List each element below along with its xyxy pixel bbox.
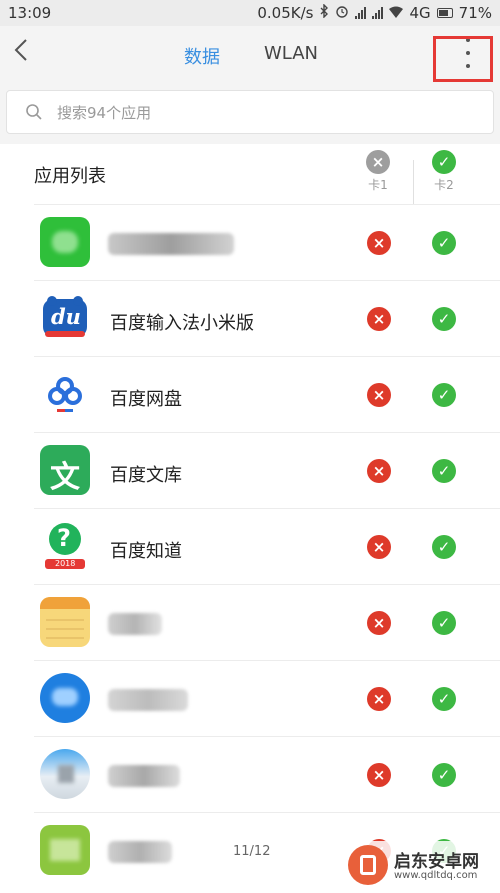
x-circle-icon[interactable]: × — [367, 459, 391, 483]
app-icon — [40, 749, 90, 799]
check-circle-green-icon[interactable]: ✓ — [432, 150, 456, 174]
watermark: 启东安卓网 www.qdltdq.com — [344, 841, 494, 889]
x-circle-icon[interactable]: × — [367, 383, 391, 407]
x-circle-icon[interactable]: × — [367, 307, 391, 331]
blurred-app-name — [108, 841, 172, 863]
check-circle-icon[interactable]: ✓ — [432, 383, 456, 407]
x-circle-grey-icon[interactable]: × — [366, 150, 390, 174]
blurred-app-name — [108, 613, 162, 635]
app-name: 百度输入法小米版 — [110, 313, 254, 334]
search-area — [0, 82, 500, 144]
watermark-title: 启东安卓网 — [394, 852, 479, 872]
check-circle-icon[interactable]: ✓ — [432, 459, 456, 483]
x-circle-icon[interactable]: × — [367, 687, 391, 711]
list-item[interactable]: × ✓ — [34, 660, 500, 737]
app-icon — [40, 597, 90, 647]
app-name: 百度知道 — [110, 541, 182, 562]
search-box[interactable] — [6, 90, 494, 134]
app-name: 百度网盘 — [110, 389, 182, 410]
list-title: 应用列表 — [34, 166, 106, 187]
blurred-app-name — [108, 689, 188, 711]
app-icon: du — [40, 293, 90, 343]
search-icon — [25, 103, 43, 125]
watermark-logo-icon — [348, 845, 388, 885]
app-icon — [40, 825, 90, 875]
list-item[interactable]: × ✓ — [34, 204, 500, 281]
x-circle-icon[interactable]: × — [367, 231, 391, 255]
app-icon: ? 2018 — [40, 521, 90, 571]
blurred-app-name — [108, 233, 234, 255]
watermark-url: www.qdltdq.com — [394, 870, 478, 881]
app-icon — [40, 217, 90, 267]
wenku-glyph: 文 — [50, 460, 80, 495]
blurred-app-name — [108, 765, 180, 787]
list-item[interactable]: × ✓ — [34, 584, 500, 661]
check-circle-icon[interactable]: ✓ — [432, 231, 456, 255]
check-circle-icon[interactable]: ✓ — [432, 763, 456, 787]
column-sim2-label: 卡2 — [434, 178, 454, 192]
list-item[interactable]: du 百度输入法小米版 × ✓ — [34, 280, 500, 357]
zhidao-year: 2018 — [55, 559, 76, 568]
check-circle-icon[interactable]: ✓ — [432, 687, 456, 711]
list-item[interactable]: 文 百度文库 × ✓ — [34, 432, 500, 509]
app-name: 百度文库 — [110, 465, 182, 486]
check-circle-icon[interactable]: ✓ — [432, 307, 456, 331]
app-icon — [40, 369, 90, 419]
column-sim2-header[interactable]: ✓ 卡2 — [424, 150, 464, 193]
check-circle-icon[interactable]: ✓ — [432, 535, 456, 559]
app-icon: 文 — [40, 445, 90, 495]
x-circle-icon[interactable]: × — [367, 763, 391, 787]
app-icon — [40, 673, 90, 723]
x-circle-icon[interactable]: × — [367, 535, 391, 559]
list-item[interactable]: ? 2018 百度知道 × ✓ — [34, 508, 500, 585]
zhidao-glyph: ? — [57, 524, 71, 552]
column-sim1-header[interactable]: × 卡1 — [358, 150, 398, 193]
column-divider — [413, 160, 414, 204]
search-input[interactable] — [55, 99, 479, 127]
list-item[interactable]: 百度网盘 × ✓ — [34, 356, 500, 433]
list-item[interactable]: × ✓ — [34, 736, 500, 813]
x-circle-icon[interactable]: × — [367, 611, 391, 635]
check-circle-icon[interactable]: ✓ — [432, 611, 456, 635]
list-header: 应用列表 × 卡1 ✓ 卡2 — [0, 144, 500, 204]
page-indicator: 11/12 — [233, 844, 271, 859]
column-sim1-label: 卡1 — [368, 178, 388, 192]
baidu-input-glyph: du — [51, 304, 81, 329]
